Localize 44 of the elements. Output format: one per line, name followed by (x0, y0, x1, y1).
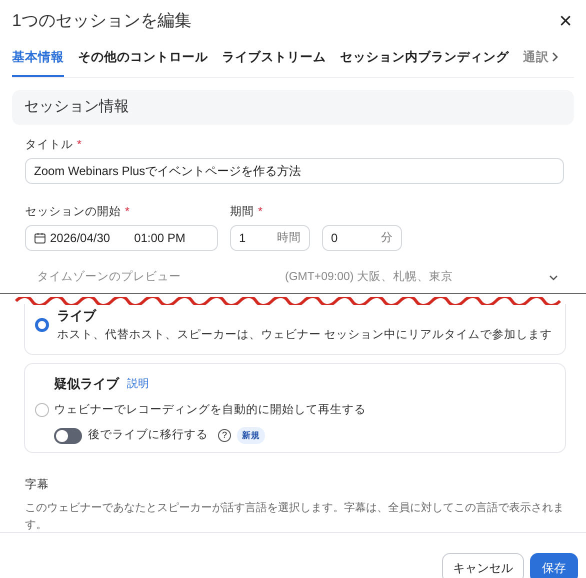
field-value: 0 (331, 230, 338, 248)
title-field[interactable]: Zoom Webinars Plusでイベントページを作る方法 (25, 158, 564, 184)
captions-title: 字幕 (25, 477, 50, 494)
captions-description: このウェビナーであなたとスピーカーが話す言語を選択します。字幕は、全員に対してこの言語で表示されます。 (25, 500, 564, 532)
time-text: 01:00 PM (134, 230, 186, 248)
calendar-icon (34, 232, 46, 244)
duration-field[interactable]: 1 時間 (230, 225, 310, 252)
required-mark: * (258, 206, 262, 218)
help-icon[interactable]: ? (218, 429, 231, 442)
toggle-switch[interactable] (54, 428, 82, 444)
tab[interactable]: 基本情報 (12, 40, 64, 78)
required-mark: * (125, 206, 130, 218)
new-badge: 新規 (237, 427, 265, 444)
tab[interactable]: ライブストリーム (222, 40, 326, 78)
tab[interactable]: 通訳 (523, 40, 549, 78)
tab[interactable]: セッション内ブランディング (340, 40, 509, 78)
option-title: ライブ (57, 306, 98, 324)
unit-label: 時間 (277, 230, 301, 246)
date-time-field[interactable]: 2026/04/30 01:00 PM (25, 225, 218, 252)
close-button[interactable]: × (555, 10, 576, 32)
field-label: セッションの開始 * (25, 205, 130, 220)
field-label: 期間 * (230, 204, 264, 220)
learn-more-link[interactable]: 説明 (127, 376, 149, 392)
unit-label: 分 (381, 230, 393, 246)
field-label: タイトル * (25, 138, 82, 153)
required-mark: * (77, 138, 82, 151)
timezone-label: タイムゾーンのプレビュー (37, 269, 182, 286)
toggle-label: 後でライブに移行する (88, 428, 208, 443)
timezone-value: (GMT+09:00) 大阪、札幌、東京 (285, 270, 454, 286)
radio-button[interactable] (35, 318, 49, 332)
dialog-title: 1つのセッションを編集 (12, 10, 192, 32)
option-description: ホスト、代替ホスト、スピーカーは、ウェビナー セッション中にリアルタイムで参加します (57, 328, 552, 343)
duration-field[interactable]: 0 分 (322, 225, 402, 252)
radio-button[interactable] (35, 403, 49, 418)
option-description: ウェビナーでレコーディングを自動的に開始して再生する (54, 402, 366, 418)
cancel-button[interactable]: キャンセル (442, 552, 524, 578)
section-header: セッション情報 (12, 90, 574, 125)
field-value: 1 (239, 230, 246, 248)
save-button[interactable]: 保存 (530, 552, 578, 578)
chevron-down-icon[interactable] (549, 274, 558, 281)
tab[interactable]: その他のコントロール (78, 40, 208, 78)
date-text: 2026/04/30 (50, 230, 110, 248)
scroll-right-icon[interactable] (551, 52, 559, 62)
option-title: 疑似ライブ (54, 375, 119, 394)
